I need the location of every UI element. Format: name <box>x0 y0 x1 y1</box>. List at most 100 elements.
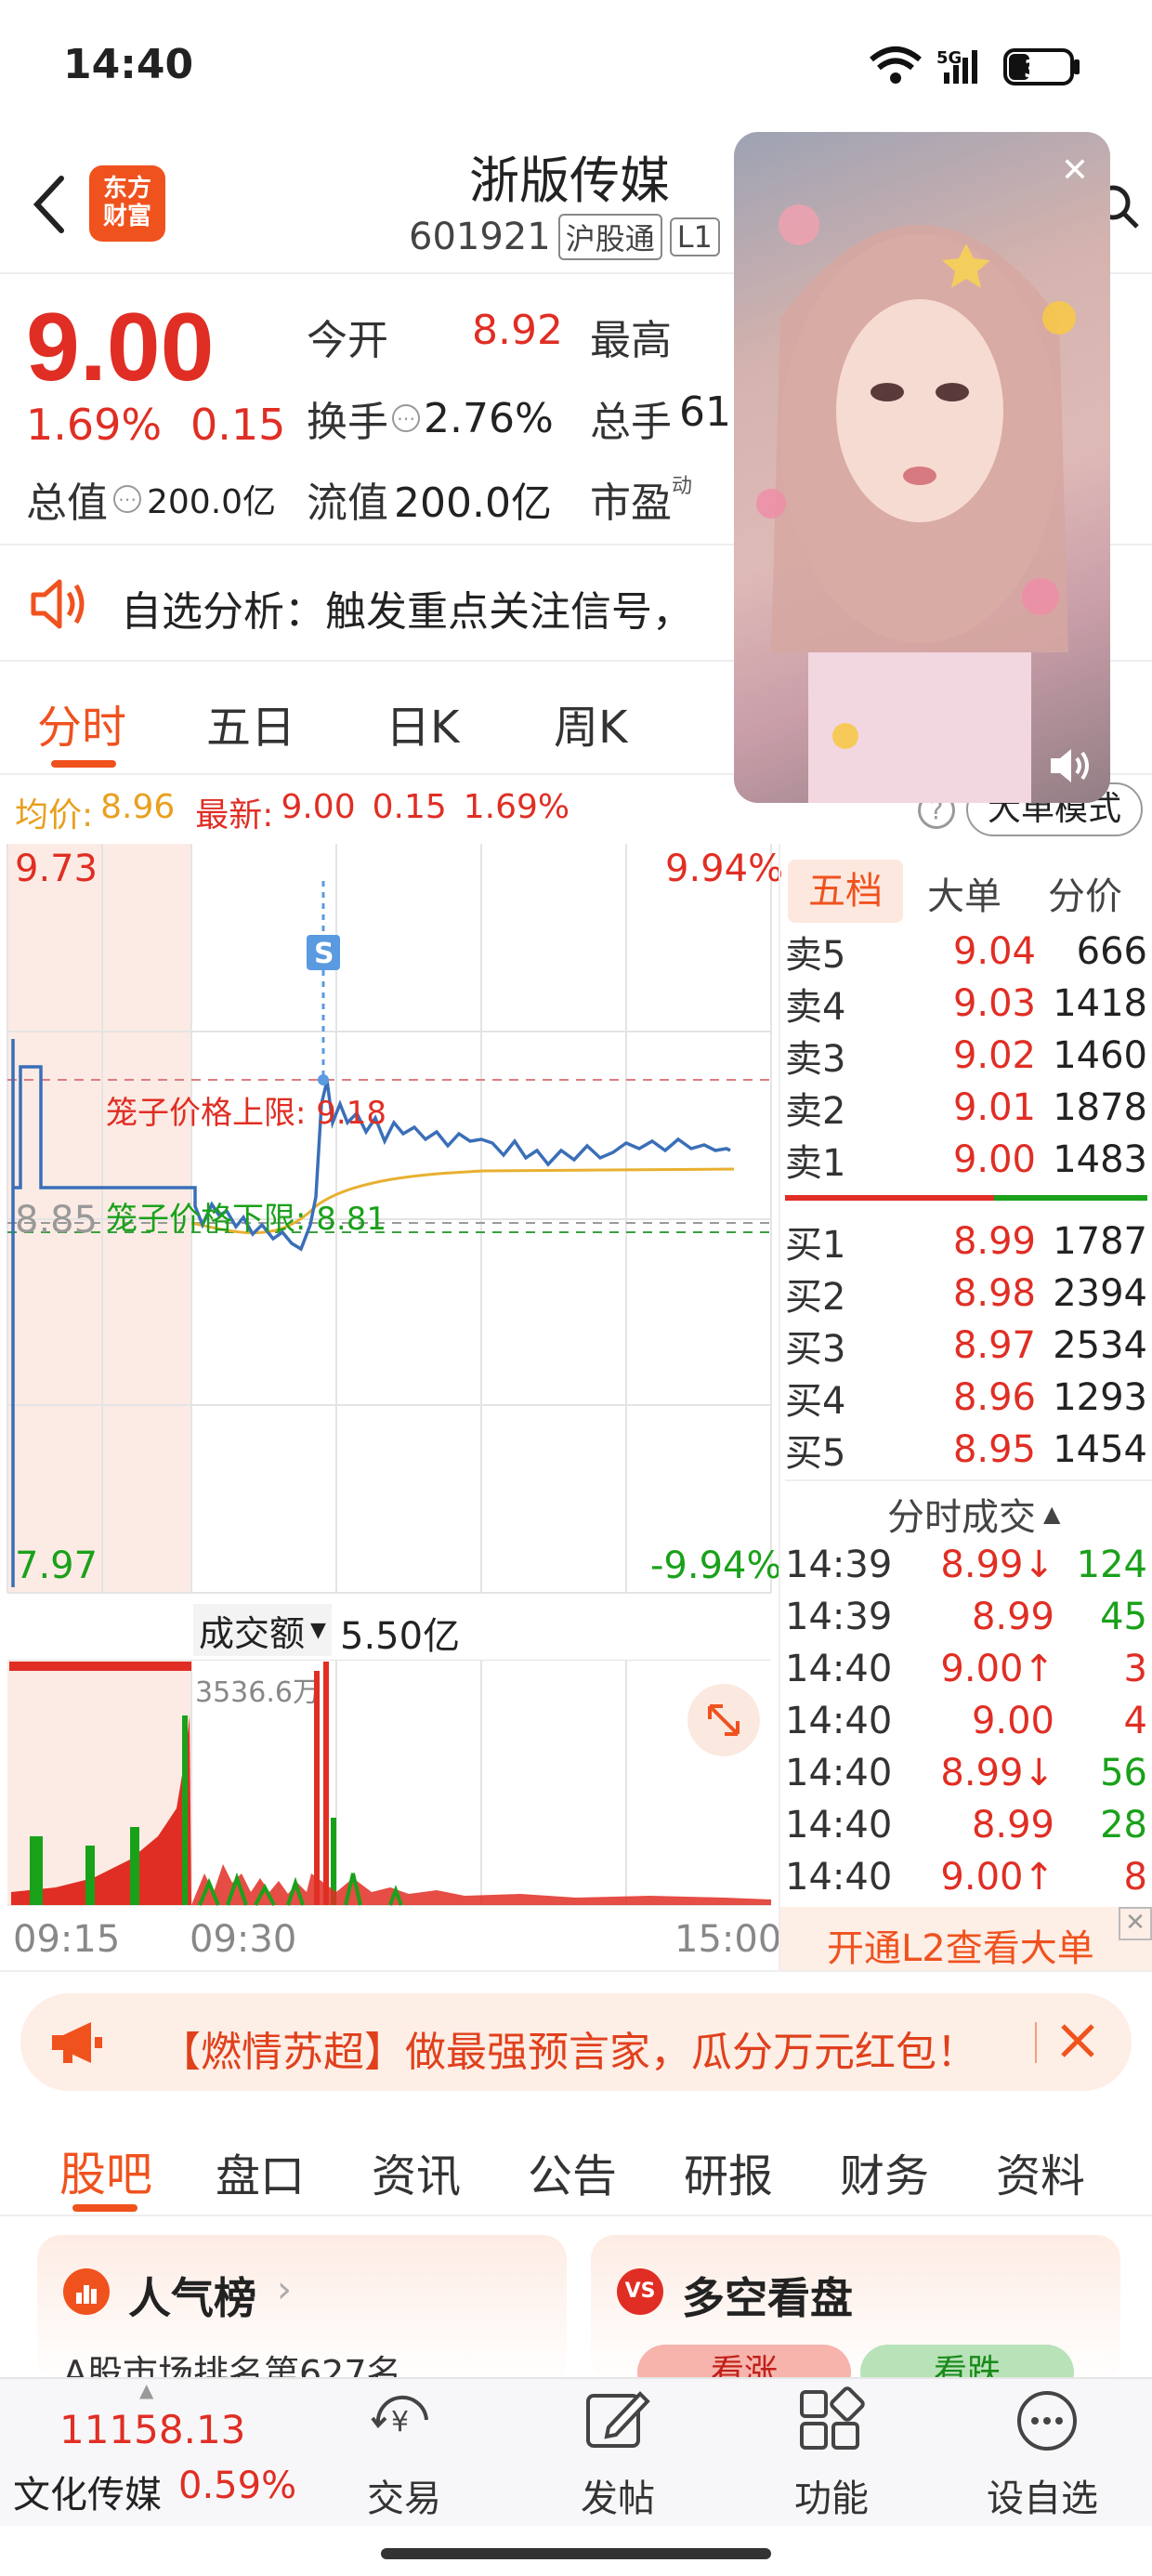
nav-function[interactable]: 功能 <box>794 2468 869 2522</box>
tab-day-k[interactable]: 日K <box>386 690 459 756</box>
trades-header[interactable]: 分时成交 ▲ <box>887 1487 1060 1541</box>
stock-name: 浙版传媒 <box>469 151 670 210</box>
megaphone-icon <box>48 2017 106 2069</box>
ob-tab-big[interactable]: 大单 <box>927 866 1001 920</box>
ask-row[interactable]: 卖2 9.01 1878 <box>785 1082 1147 1134</box>
stock-code-row: 601921 沪股通 L1 <box>409 214 720 260</box>
trade-row: 14:40 8.99↓ 56 <box>785 1752 1147 1794</box>
trade-row: 14:39 8.99↓ 124 <box>785 1544 1147 1586</box>
tab-announcement[interactable]: 公告 <box>528 2139 617 2204</box>
post-icon[interactable] <box>581 2386 655 2453</box>
volume-icon[interactable] <box>1047 745 1093 786</box>
bull-bear-card[interactable]: VS 多空看盘 看涨 看跌 <box>591 2235 1120 2400</box>
pe-label: 市盈 <box>590 480 672 527</box>
ask-row[interactable]: 卖5 9.04 666 <box>785 926 1147 978</box>
status-icons: 5G 31 <box>864 43 1087 89</box>
trade-row: 14:40 9.00↑ 3 <box>785 1648 1147 1690</box>
info-icon[interactable]: ⋯ <box>113 485 141 513</box>
float-row: 流值 200.0亿 <box>307 469 552 529</box>
volume-value: 61 <box>679 388 731 436</box>
index-row[interactable]: 文化传媒 0.59% <box>13 2464 296 2518</box>
nav-post[interactable]: 发帖 <box>581 2468 655 2522</box>
close-icon[interactable]: ✕ <box>1119 1907 1152 1940</box>
volume-label: 成交额 <box>199 1612 306 1654</box>
badge-hk-connect: 沪股通 <box>557 214 662 260</box>
network-label: 5G <box>936 48 962 68</box>
bid-row[interactable]: 买1 8.99 1787 <box>785 1216 1147 1268</box>
tab-underline <box>51 760 116 768</box>
volume-total: 5.50亿 <box>340 1615 461 1658</box>
tab-five-day[interactable]: 五日 <box>206 690 295 756</box>
pe-sup: 动 <box>672 475 693 498</box>
popular-card[interactable]: 人气榜 › A股市场排名第627名 <box>37 2235 567 2394</box>
expand-icon[interactable] <box>687 1684 760 1756</box>
index-value[interactable]: 11158.13 <box>59 2407 245 2452</box>
tab-news[interactable]: 资讯 <box>372 2139 461 2204</box>
change-pct: 1.69% <box>26 400 163 450</box>
bid-row[interactable]: 买5 8.95 1454 <box>785 1424 1147 1476</box>
trade-row: 14:40 9.00 4 <box>785 1700 1147 1742</box>
l2-link[interactable]: 开通L2查看大单 <box>827 1918 1094 1972</box>
trade-row: 14:39 8.99 45 <box>785 1596 1147 1638</box>
trades-title: 分时成交 <box>887 1496 1036 1539</box>
bid-row[interactable]: 买4 8.96 1293 <box>785 1372 1147 1424</box>
chart-mid-price: 8.85 <box>15 1199 98 1242</box>
tab-research[interactable]: 研报 <box>684 2139 773 2204</box>
nav-trade[interactable]: 交易 <box>367 2468 441 2522</box>
tab-week-k[interactable]: 周K <box>554 690 627 756</box>
chart-bottom-price: 7.97 <box>15 1544 98 1587</box>
chart-top-pct: 9.94% <box>665 848 784 890</box>
trades-divider <box>785 1479 1152 1481</box>
upper-cage-label: 笼子价格上限: 9.18 <box>106 1095 386 1132</box>
ob-tab-price[interactable]: 分价 <box>1048 866 1122 920</box>
pe-row: 市盈 动 <box>590 469 692 529</box>
chart-top-price: 9.73 <box>15 848 98 890</box>
mktcap-row: 总值 ⋯ 200.0亿 <box>26 469 276 529</box>
ask-row[interactable]: 卖3 9.02 1460 <box>785 1030 1147 1082</box>
tab-guba[interactable]: 股吧 <box>59 2137 152 2204</box>
nav-add-watchlist[interactable]: 设自选 <box>987 2468 1098 2522</box>
floating-live-video[interactable]: ✕ <box>734 132 1110 803</box>
function-icon[interactable] <box>794 2386 869 2453</box>
tab-profile[interactable]: 资料 <box>996 2139 1085 2204</box>
time-start: 09:15 <box>13 1918 121 1961</box>
home-indicator[interactable] <box>381 2548 771 2559</box>
badge-level[interactable]: L1 <box>669 217 720 256</box>
app-logo: 东方 财富 <box>89 165 165 242</box>
speaker-icon <box>28 576 89 632</box>
info-icon[interactable]: ⋯ <box>392 404 420 432</box>
back-icon[interactable] <box>26 167 72 242</box>
caret-up-icon: ▲ <box>1043 1501 1061 1527</box>
volume-label: 总手 <box>590 399 672 446</box>
chg-value: 0.15 <box>372 788 447 826</box>
float-value: 200.0亿 <box>394 480 552 527</box>
l2-promo[interactable]: 开通L2查看大单 ✕ <box>780 1907 1152 1970</box>
tab-finance[interactable]: 财务 <box>840 2139 929 2204</box>
popular-title: 人气榜 <box>128 2273 256 2323</box>
close-icon[interactable] <box>1050 2013 1106 2069</box>
ask-row[interactable]: 卖1 9.00 1483 <box>785 1134 1147 1186</box>
trade-icon[interactable]: ¥ <box>367 2388 441 2453</box>
notice-text[interactable]: 自选分析：触发重点关注信号， <box>121 578 693 637</box>
ob-tab-five[interactable]: 五档 <box>788 860 903 923</box>
tab-pankou[interactable]: 盘口 <box>216 2139 305 2204</box>
banner-text[interactable]: 【燃情苏超】做最强预言家，瓜分万元红包！ <box>160 2018 977 2078</box>
volume-row: 总手 61 <box>590 388 731 448</box>
close-video-icon[interactable]: ✕ <box>1054 151 1095 191</box>
chart-bottom-pct: -9.94% <box>650 1544 782 1587</box>
tab-minute[interactable]: 分时 <box>37 690 126 756</box>
ask-row[interactable]: 卖4 9.03 1418 <box>785 978 1147 1030</box>
tab-underline <box>72 2204 137 2212</box>
lower-cage-label: 笼子价格下限: 8.81 <box>106 1201 386 1238</box>
bid-row[interactable]: 买2 8.98 2394 <box>785 1268 1147 1320</box>
volume-bars <box>7 1660 771 1906</box>
volume-selector[interactable]: 成交额 ▼ <box>193 1604 332 1656</box>
bid-row[interactable]: 买3 8.97 2534 <box>785 1320 1147 1372</box>
open-label: 今开 <box>307 317 388 364</box>
chart-bar-icon <box>63 2268 110 2315</box>
book-divider-red <box>785 1195 994 1201</box>
chevron-down-icon: ▼ <box>310 1618 326 1642</box>
more-icon[interactable] <box>1015 2388 1080 2453</box>
vs-icon: VS <box>617 2268 663 2315</box>
battery-level: 31 <box>1024 56 1057 84</box>
